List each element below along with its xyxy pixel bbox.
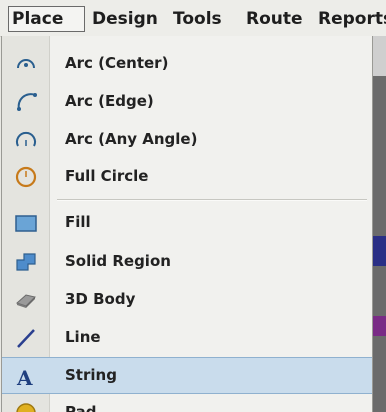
menu-item-pad[interactable]: Pad xyxy=(2,394,372,412)
full-circle-icon xyxy=(14,165,38,189)
menu-item-label: Solid Region xyxy=(65,252,171,270)
menu-item-arc-any-angle[interactable]: Arc (Any Angle) xyxy=(2,121,372,158)
menu-design[interactable]: Design xyxy=(89,6,161,32)
menu-item-label: Arc (Center) xyxy=(65,54,169,72)
menu-item-label: Fill xyxy=(65,213,91,231)
solid-region-icon xyxy=(14,250,38,274)
pad-icon xyxy=(14,401,38,412)
menu-tools-label: Tools xyxy=(173,9,222,29)
arc-center-icon xyxy=(14,52,38,76)
menu-place-label: Place xyxy=(12,9,64,29)
menu-item-solid-region[interactable]: Solid Region xyxy=(2,243,372,280)
menu-route-label: Route xyxy=(246,9,303,29)
menu-place[interactable]: Place xyxy=(8,6,85,32)
menu-item-label: 3D Body xyxy=(65,290,136,308)
background-panel xyxy=(373,236,386,266)
background-app-strip xyxy=(373,36,386,412)
svg-text:A: A xyxy=(16,366,33,389)
menu-item-label: Line xyxy=(65,328,101,346)
arc-edge-icon xyxy=(14,90,38,114)
menu-item-label: Full Circle xyxy=(65,167,149,185)
menu-item-label: String xyxy=(65,366,117,384)
menu-reports[interactable]: Reports xyxy=(315,6,386,32)
menu-item-arc-edge[interactable]: Arc (Edge) xyxy=(2,83,372,120)
menu-item-label: Arc (Edge) xyxy=(65,92,154,110)
menu-route[interactable]: Route xyxy=(243,6,306,32)
menu-design-label: Design xyxy=(92,9,158,29)
background-panel xyxy=(373,316,386,336)
menu-reports-label: Reports xyxy=(318,9,386,29)
menu-separator xyxy=(57,199,367,201)
3d-body-icon xyxy=(14,288,38,312)
menu-bar: Place Design Tools Route Reports xyxy=(0,0,386,37)
fill-icon xyxy=(14,211,38,235)
menu-item-3d-body[interactable]: 3D Body xyxy=(2,281,372,318)
string-icon: A xyxy=(14,365,38,390)
place-dropdown-menu: Arc (Center) Arc (Edge) Arc (Any Angle) xyxy=(1,36,373,412)
menu-item-line[interactable]: Line xyxy=(2,319,372,356)
background-panel xyxy=(373,36,386,76)
arc-any-angle-icon xyxy=(14,128,38,152)
menu-item-arc-center[interactable]: Arc (Center) xyxy=(2,45,372,82)
menu-item-string[interactable]: A String xyxy=(2,357,372,394)
menu-item-fill[interactable]: Fill xyxy=(2,204,372,241)
menu-item-full-circle[interactable]: Full Circle xyxy=(2,158,372,195)
menu-tools[interactable]: Tools xyxy=(170,6,225,32)
line-icon xyxy=(14,326,38,350)
menu-item-label: Pad xyxy=(65,403,97,412)
menu-item-label: Arc (Any Angle) xyxy=(65,130,198,148)
